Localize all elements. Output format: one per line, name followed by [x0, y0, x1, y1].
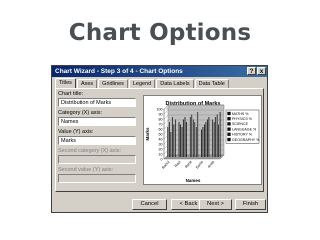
legend-swatch — [227, 111, 231, 116]
second-value-y-input[interactable] — [58, 174, 136, 183]
plot-area: 0102030405060708090100 Rahul Ravi Rohit Soni… — [157, 104, 225, 170]
second-value-y-label: Second value (Y) axis: — [58, 167, 114, 173]
legend-swatch — [227, 117, 231, 121]
y-tick-label: 20 — [159, 147, 163, 151]
legend-swatch — [227, 132, 231, 136]
y-tick-label: 0 — [161, 157, 163, 161]
legend-label: SCIENCE — [232, 122, 249, 126]
y-tick-label: 90 — [159, 112, 163, 116]
y-tick-label: 50 — [159, 132, 163, 136]
chart-wizard-dialog: Chart Wizard - Step 3 of 4 - Chart Optio… — [51, 65, 268, 213]
category-x-label: Category (X) axis: — [58, 110, 103, 116]
y-tick-label: 60 — [159, 127, 163, 131]
x-tick-label: Anita — [207, 160, 215, 169]
y-tick-label: 80 — [159, 117, 163, 121]
close-button[interactable]: x — [257, 67, 266, 75]
chart-legend: MATHS %PHYSICS %SCIENCELANGUAGE % HISTORY… — [225, 109, 260, 144]
legend-label: HISTORY % — [232, 133, 253, 137]
finish-button[interactable]: Finish — [235, 199, 266, 210]
chart-ylabel: Marks — [145, 127, 150, 141]
y-tick-label: 10 — [159, 152, 163, 156]
y-tick-label: 100 — [157, 107, 163, 111]
legend-label: MATHS % — [232, 112, 249, 116]
titles-panel: Chart title: Distribution of Marks Categ… — [55, 88, 264, 192]
second-category-x-label: Second category (X) axis: — [58, 148, 121, 154]
chart-title-input[interactable]: Distribution of Marks — [58, 98, 136, 107]
chart-title-label: Chart title: — [58, 91, 84, 97]
legend-label: LANGUAGE % — [232, 127, 257, 131]
category-x-input[interactable]: Names — [58, 117, 136, 126]
legend-swatch — [227, 137, 231, 142]
x-tick-label: Rahul — [161, 160, 170, 170]
cancel-button[interactable]: Cancel — [132, 199, 167, 210]
y-tick-label: 30 — [159, 142, 163, 146]
legend-swatch — [227, 122, 231, 126]
chart-preview-svg: Distribution of Marks Marks Names 010203… — [145, 101, 260, 183]
slide-title: Chart Options — [68, 20, 252, 46]
next-button[interactable]: Next > — [199, 199, 232, 210]
x-tick-label: Sonia — [195, 160, 204, 170]
y-tick-label: 70 — [159, 122, 163, 126]
y-tick-label: 40 — [159, 137, 163, 141]
second-category-x-input[interactable] — [58, 155, 136, 164]
gridline-diag — [163, 109, 169, 115]
x-tick-label: Ravi — [174, 160, 182, 168]
legend-label: PHYSICS % — [232, 117, 253, 121]
dialog-title: Chart Wizard - Step 3 of 4 - Chart Optio… — [55, 68, 183, 75]
value-y-label: Value (Y) axis: — [58, 129, 94, 135]
help-button[interactable]: ? — [247, 67, 256, 75]
gridline-diag — [163, 114, 169, 120]
value-y-input[interactable]: Marks — [58, 136, 136, 145]
legend-swatch — [227, 127, 231, 131]
x-tick-label: Rohit — [184, 160, 192, 169]
dialog-titlebar: Chart Wizard - Step 3 of 4 - Chart Optio… — [52, 66, 267, 77]
legend-label: GEOGRAPHY % — [232, 138, 260, 142]
chart-xlabel: Names — [186, 178, 201, 183]
chart-preview: Distribution of Marks Marks Names 0 10 20 3… — [143, 95, 262, 185]
gridline-diag — [163, 119, 169, 125]
